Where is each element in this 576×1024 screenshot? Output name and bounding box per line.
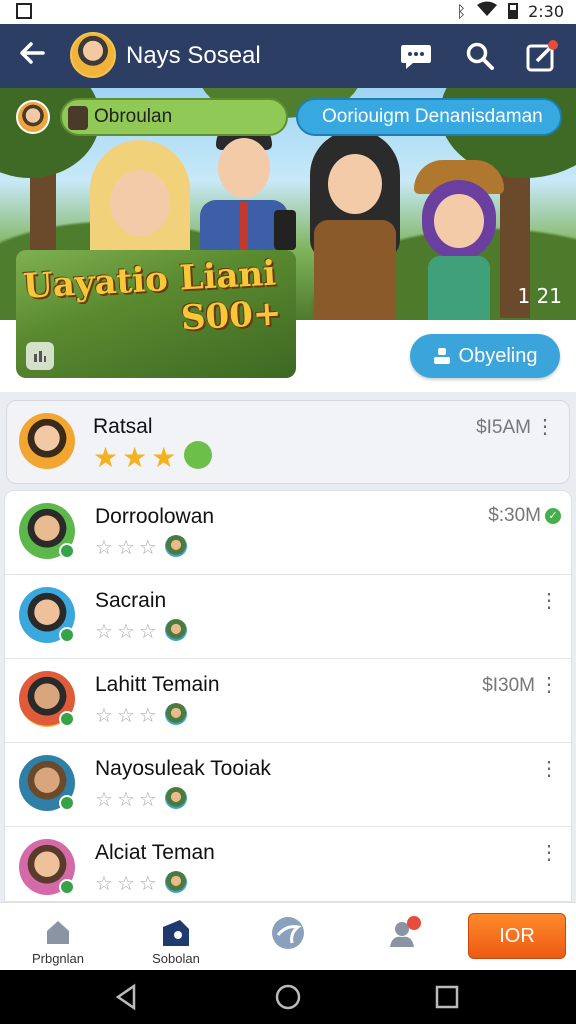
hero-headline: Uayatio Liani S00+ bbox=[22, 253, 282, 346]
list-item-rating: ☆ ☆ ☆ bbox=[95, 871, 187, 896]
banner-avatar[interactable] bbox=[16, 100, 50, 134]
pill-left-label: Obroulan bbox=[94, 106, 173, 127]
list-item-name: Dorroolowan bbox=[95, 505, 215, 528]
list-item[interactable]: Alciat Teman ☆ ☆ ☆ ⋮ bbox=[5, 827, 571, 901]
featured-name: Ratsal bbox=[93, 415, 153, 438]
chat-icon[interactable] bbox=[396, 36, 436, 76]
battery-icon bbox=[508, 3, 519, 19]
person-icon bbox=[433, 348, 450, 364]
wifi-icon bbox=[476, 1, 498, 21]
online-indicator bbox=[59, 543, 75, 559]
character-girl-hat bbox=[414, 160, 504, 320]
banner-pill-right[interactable]: Ooriouigm Denanisdaman bbox=[296, 98, 562, 136]
nav-tickets-label: Sobolan bbox=[152, 951, 200, 966]
online-indicator bbox=[59, 711, 75, 727]
more-options-icon[interactable]: ⋮ bbox=[537, 757, 561, 781]
nav-home[interactable]: Prbgnlan bbox=[8, 909, 108, 967]
online-indicator bbox=[59, 879, 75, 895]
status-time: 2:30 bbox=[528, 1, 564, 21]
more-options-icon[interactable]: ⋮ bbox=[533, 415, 557, 439]
list-item-rating: ☆ ☆ ☆ bbox=[95, 619, 187, 644]
featured-row[interactable]: Ratsal ★ ★ ★ $I5AM ⋮ bbox=[6, 400, 570, 484]
pill-avatar-icon bbox=[68, 106, 88, 130]
list-item[interactable]: Sacrain ☆ ☆ ☆ ⋮ bbox=[5, 575, 571, 659]
list-item-name: Lahitt Temain bbox=[95, 673, 220, 696]
nav-explore[interactable] bbox=[238, 909, 338, 967]
ticket-icon bbox=[163, 920, 189, 946]
friends-icon bbox=[390, 916, 421, 947]
app-bar: Nays Soseal bbox=[0, 24, 576, 88]
featured-amount: $I5AM bbox=[476, 417, 531, 438]
list-item[interactable]: Nayosuleak Tooiak ☆ ☆ ☆ ⋮ bbox=[5, 743, 571, 827]
home-icon bbox=[47, 921, 69, 944]
list-item[interactable]: Dorroolowan ☆ ☆ ☆ $:30M ✓ bbox=[5, 491, 571, 575]
user-list: Dorroolowan ☆ ☆ ☆ $:30M ✓ Sacrain ☆ ☆ ☆ ⋮ Lah… bbox=[4, 490, 572, 902]
list-item-amount-wrap: $:30M ✓ bbox=[488, 505, 561, 527]
online-indicator bbox=[59, 627, 75, 643]
banner-counter: 1 21 bbox=[517, 284, 562, 308]
compose-icon[interactable] bbox=[522, 36, 562, 76]
list-item[interactable]: Lahitt Temain ☆ ☆ ☆ $I30M ⋮ bbox=[5, 659, 571, 743]
star-icon: ★ bbox=[151, 442, 177, 473]
avatar bbox=[19, 413, 75, 469]
hero-card[interactable]: Uayatio Liani S00+ bbox=[16, 250, 296, 378]
featured-rating: ★ ★ ★ bbox=[93, 441, 213, 474]
back-arrow-icon[interactable] bbox=[14, 38, 50, 74]
list-item-rating: ☆ ☆ ☆ bbox=[95, 787, 187, 812]
game-icon bbox=[164, 871, 187, 893]
system-nav-bar bbox=[0, 970, 576, 1024]
profile-avatar[interactable] bbox=[70, 32, 116, 78]
status-bar: ᛒ 2:30 bbox=[0, 0, 576, 24]
game-icon bbox=[164, 535, 187, 557]
game-icon bbox=[164, 619, 187, 641]
nav-friends[interactable] bbox=[354, 909, 454, 967]
bluetooth-icon: ᛒ bbox=[456, 1, 467, 21]
stats-icon[interactable] bbox=[26, 342, 54, 370]
verified-icon: ✓ bbox=[545, 507, 561, 524]
follow-button-label: Obyeling bbox=[458, 344, 538, 367]
banner-pill-left[interactable]: Obroulan bbox=[60, 98, 288, 136]
game-icon bbox=[164, 703, 187, 725]
pill-right-label: Ooriouigm Denanisdaman bbox=[322, 106, 543, 127]
star-icon: ★ bbox=[122, 442, 148, 473]
nav-home-label: Prbgnlan bbox=[31, 951, 85, 966]
list-item-amount: $I30M bbox=[482, 675, 535, 696]
status-icons: ᛒ 2:30 bbox=[456, 1, 564, 21]
online-indicator bbox=[59, 795, 75, 811]
smiley-icon bbox=[184, 441, 213, 469]
list-item-rating: ☆ ☆ ☆ bbox=[95, 703, 187, 728]
back-nav-icon[interactable] bbox=[112, 982, 142, 1012]
star-icon: ★ bbox=[93, 442, 119, 473]
list-item-name: Sacrain bbox=[95, 589, 167, 612]
home-nav-icon[interactable] bbox=[273, 982, 303, 1012]
globe-icon bbox=[272, 917, 304, 949]
more-options-icon[interactable]: ⋮ bbox=[537, 673, 561, 697]
list-item-rating: ☆ ☆ ☆ bbox=[95, 535, 187, 560]
character-girl-phone bbox=[274, 130, 410, 320]
more-options-icon[interactable]: ⋮ bbox=[537, 841, 561, 865]
more-options-icon[interactable]: ⋮ bbox=[537, 589, 561, 613]
follow-button[interactable]: Obyeling bbox=[410, 334, 560, 378]
recents-nav-icon[interactable] bbox=[432, 982, 462, 1012]
list-item-name: Nayosuleak Tooiak bbox=[95, 757, 271, 780]
notification-icon bbox=[16, 3, 32, 19]
nav-tickets[interactable]: Sobolan bbox=[126, 909, 226, 967]
ior-button[interactable]: IOR bbox=[468, 913, 566, 959]
search-icon[interactable] bbox=[460, 36, 500, 76]
list-item-name: Alciat Teman bbox=[95, 841, 215, 864]
bottom-nav: Prbgnlan Sobolan IOR bbox=[0, 902, 576, 970]
page-title: Nays Soseal bbox=[126, 42, 261, 69]
list-item-amount: $:30M bbox=[488, 505, 541, 526]
game-icon bbox=[164, 787, 187, 809]
